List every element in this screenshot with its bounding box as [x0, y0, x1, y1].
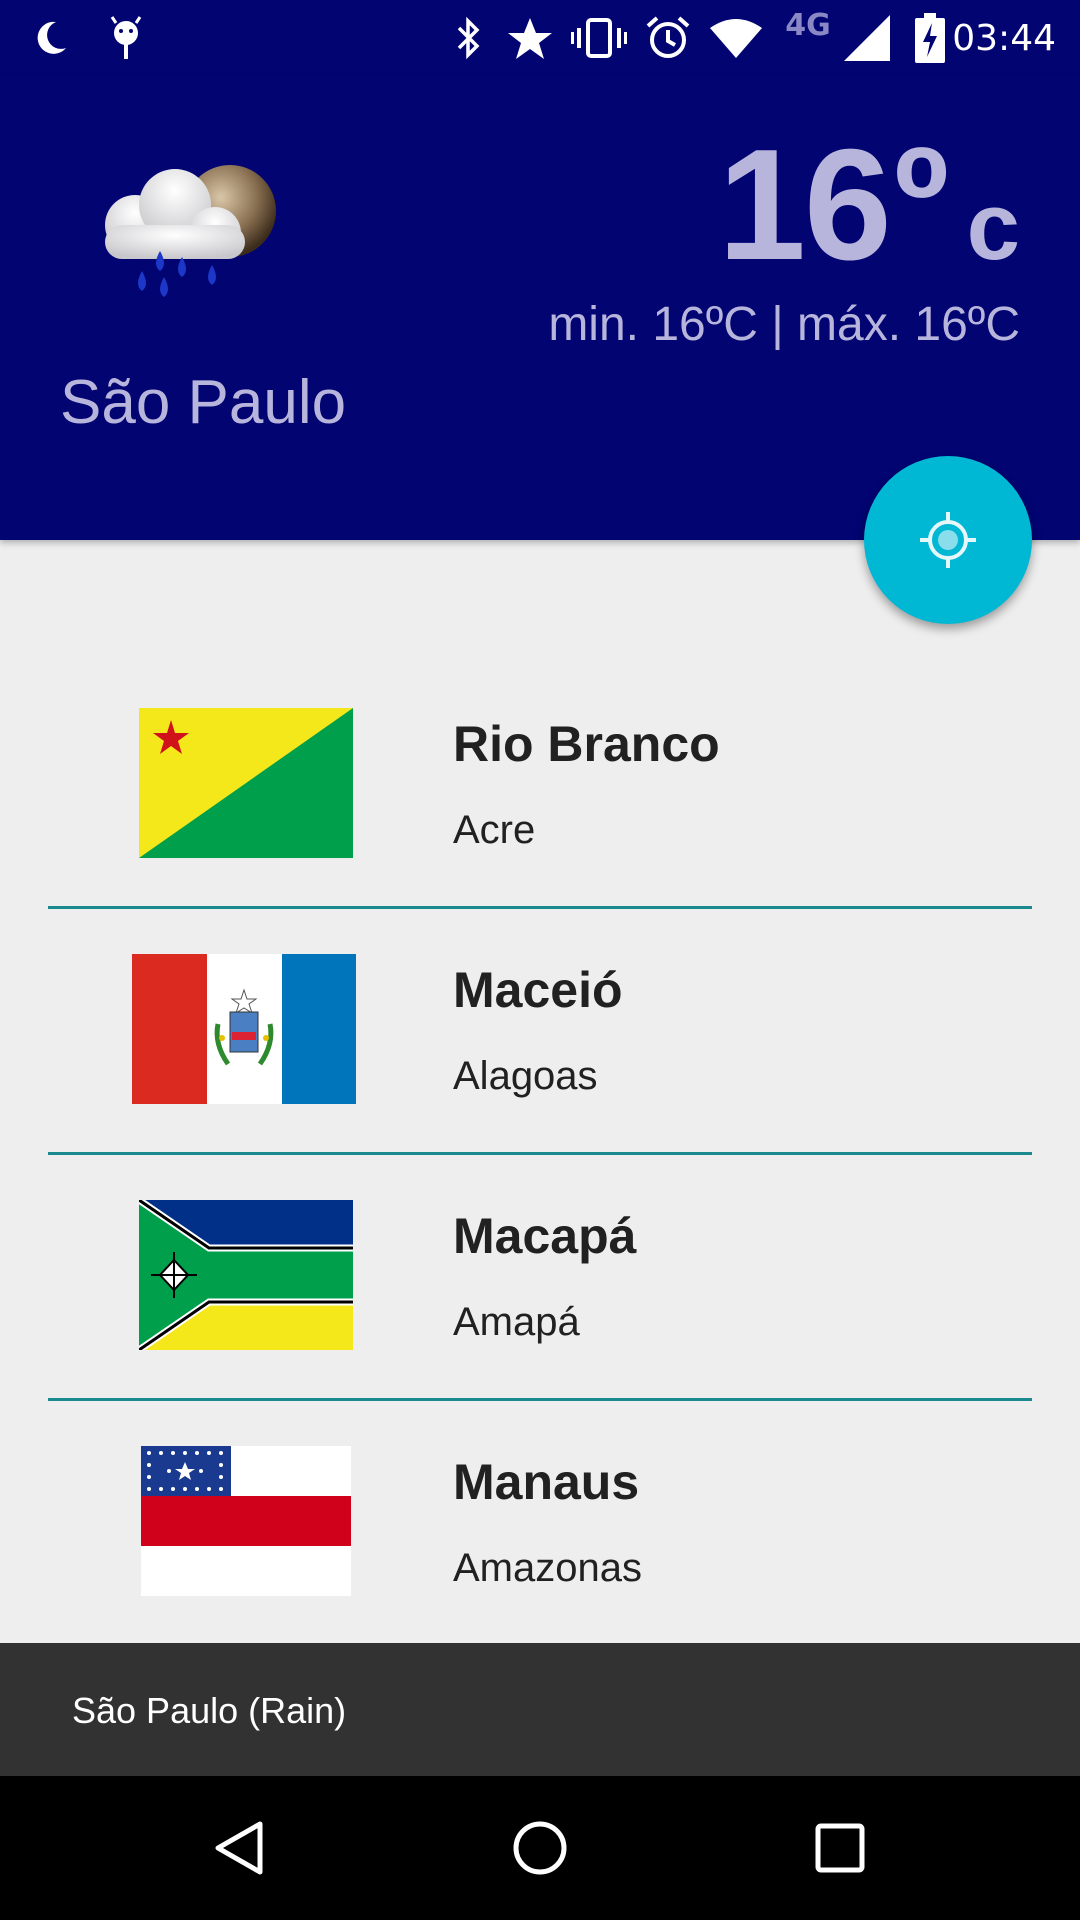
home-icon [513, 1821, 567, 1875]
cellular-signal-icon [842, 0, 892, 75]
acre-flag [136, 708, 356, 858]
rain-cloud-moon-icon [80, 153, 290, 303]
navigation-bar [0, 1776, 1080, 1920]
clock: 03:44 [952, 18, 1056, 59]
degree-symbol: º [893, 115, 949, 283]
city-row-maceio[interactable]: Maceió Alagoas [48, 909, 1032, 1155]
my-location-icon [920, 512, 976, 568]
back-button[interactable] [160, 1776, 320, 1920]
snackbar: São Paulo (Rain) [0, 1643, 1080, 1776]
night-mode-icon [28, 0, 72, 75]
app-screen: 4G 03:44 16º c min. 16ºC | máx. 16ºC São… [0, 0, 1080, 1920]
min-max-temperature: min. 16ºC | máx. 16ºC [548, 298, 1020, 351]
state-name: Amapá [453, 1300, 580, 1344]
amazonas-flag [136, 1446, 356, 1596]
wifi-icon [708, 0, 764, 75]
back-icon [215, 1821, 263, 1875]
city-name: Manaus [453, 1454, 640, 1510]
alagoas-flag [132, 954, 356, 1104]
amapa-flag [136, 1197, 356, 1353]
state-name: Alagoas [453, 1054, 598, 1098]
city-row-manaus[interactable]: Manaus Amazonas [48, 1401, 1032, 1647]
city-name: Rio Branco [453, 716, 720, 772]
home-button[interactable] [460, 1776, 620, 1920]
city-row-rio-branco[interactable]: Rio Branco Acre [48, 663, 1032, 909]
temperature-unit: c [966, 173, 1020, 280]
city-list: Rio Branco Acre Maceió Alagoas Macapá Am… [48, 663, 1032, 1647]
vibrate-icon [570, 0, 628, 75]
city-name: Maceió [453, 962, 623, 1018]
android-debug-icon [104, 0, 148, 75]
temperature-value: 16 [718, 117, 892, 293]
state-name: Acre [453, 808, 536, 852]
bluetooth-icon [448, 0, 488, 75]
alarm-icon [642, 0, 694, 75]
current-temperature: 16º c [718, 115, 1020, 296]
battery-charging-icon [912, 0, 948, 75]
star-icon [505, 0, 555, 75]
my-location-button[interactable] [864, 456, 1032, 624]
status-bar: 4G 03:44 [0, 0, 1080, 75]
city-row-macapa[interactable]: Macapá Amapá [48, 1155, 1032, 1401]
state-name: Amazonas [453, 1546, 642, 1590]
recents-button[interactable] [760, 1776, 920, 1920]
snackbar-message: São Paulo (Rain) [72, 1690, 347, 1731]
network-type-label: 4G [785, 8, 831, 43]
city-name: Macapá [453, 1208, 637, 1264]
recents-icon [815, 1823, 865, 1873]
current-city: São Paulo [60, 368, 347, 437]
